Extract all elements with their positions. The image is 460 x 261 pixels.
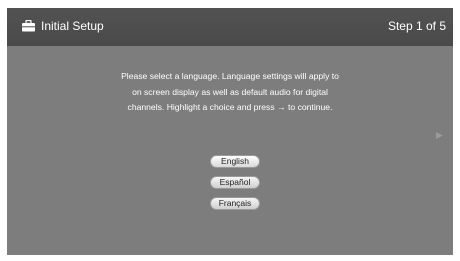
- instruction-text: Please select a language. Language setti…: [97, 69, 363, 116]
- language-option-english[interactable]: English: [210, 155, 260, 168]
- toolbox-icon: [22, 20, 35, 32]
- language-option-francais[interactable]: Français: [210, 197, 260, 210]
- header-bar: Initial Setup Step 1 of 5: [7, 8, 453, 46]
- setup-screen: Initial Setup Step 1 of 5 Please select …: [7, 8, 453, 255]
- language-option-espanol[interactable]: Español: [210, 176, 260, 189]
- instruction-line-3: channels. Highlight a choice and press →…: [127, 102, 333, 112]
- page-title: Initial Setup: [41, 19, 104, 33]
- step-indicator: Step 1 of 5: [387, 19, 446, 33]
- instruction-line-2: on screen display as well as default aud…: [132, 86, 328, 97]
- next-arrow-icon[interactable]: [435, 131, 444, 140]
- instruction-line-1: Please select a language. Language setti…: [121, 71, 339, 81]
